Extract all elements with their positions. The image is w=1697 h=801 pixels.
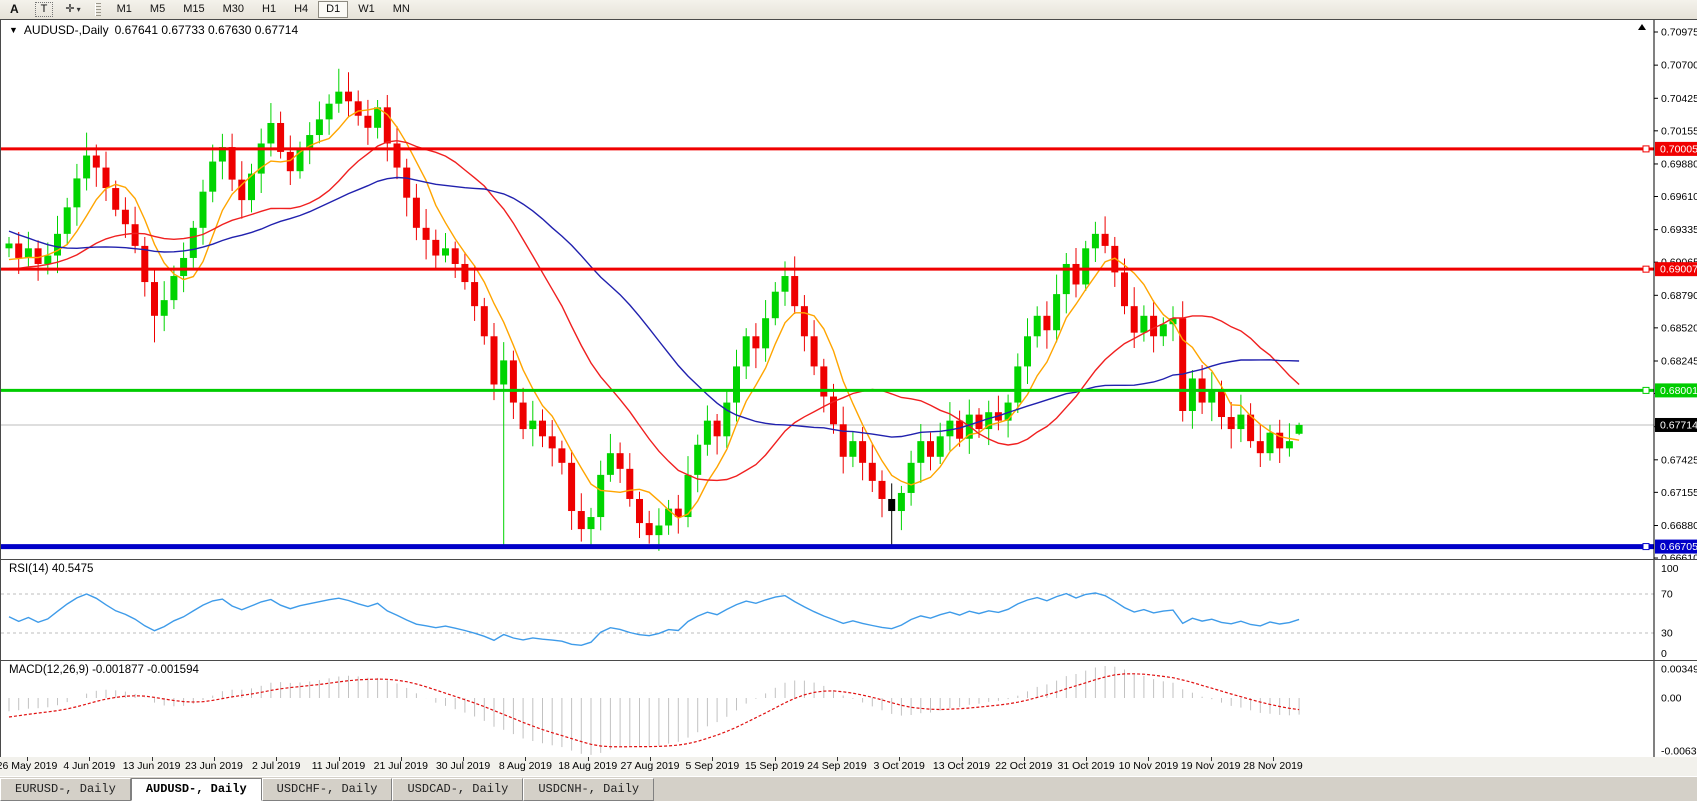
ma-line-6 [9, 108, 1299, 518]
rsi-scale-0: 0 [1661, 648, 1667, 660]
timeframe-button-m30[interactable]: M30 [215, 1, 252, 18]
rsi-scale-70: 70 [1661, 589, 1673, 601]
date-label: 2 Jul 2019 [252, 760, 300, 772]
rsi-scale-100: 100 [1661, 563, 1679, 575]
macd-scale-0.00349: 0.00349 [1661, 664, 1697, 676]
svg-text:0.69880: 0.69880 [1661, 158, 1697, 170]
candlesticks-layer [6, 69, 1303, 551]
timeframe-button-m1[interactable]: M1 [109, 1, 140, 18]
macd-chart-canvas: 0.00349 0.00 -0.00637 [1, 661, 1697, 757]
svg-text:0.66880: 0.66880 [1661, 520, 1697, 532]
svg-text:0.69335: 0.69335 [1661, 224, 1697, 236]
date-label: 15 Sep 2019 [745, 760, 805, 772]
date-label: 27 Aug 2019 [621, 760, 680, 772]
date-label: 31 Oct 2019 [1057, 760, 1114, 772]
svg-text:0.70700: 0.70700 [1661, 60, 1697, 72]
chart-tab-usdchf[interactable]: USDCHF-, Daily [262, 778, 393, 801]
dropdown-caret-icon: ▾ [77, 5, 82, 14]
current-price-badge: 0.67714 [1660, 419, 1697, 431]
date-label: 13 Oct 2019 [933, 760, 990, 772]
date-label: 23 Jun 2019 [185, 760, 243, 772]
chart-tab-eurusd[interactable]: EURUSD-, Daily [0, 778, 131, 801]
svg-text:0.70425: 0.70425 [1661, 93, 1697, 105]
svg-text:0.70155: 0.70155 [1661, 125, 1697, 137]
date-label: 28 Nov 2019 [1243, 760, 1303, 772]
price-badge-0.66705: 0.66705 [1660, 541, 1697, 553]
rsi-indicator-panel[interactable]: RSI(14) 40.5475 100 70 30 0 [0, 559, 1697, 661]
date-axis[interactable]: 26 May 2019 4 Jun 2019 13 Jun 2019 23 Jun 2… [0, 757, 1697, 777]
chart-tab-bar: EURUSD-, DailyAUDUSD-, DailyUSDCHF-, Dai… [0, 776, 1697, 801]
chart-tab-audusd[interactable]: AUDUSD-, Daily [131, 778, 262, 801]
timeframe-button-m15[interactable]: M15 [175, 1, 212, 18]
trading-terminal-window: A T ✛▾ M1M5M15M30H1H4D1W1MN ▼ AUDUSD-,Da… [0, 0, 1697, 800]
crosshair-tool-button[interactable]: ✛▾ [60, 2, 86, 17]
timeframe-button-h4[interactable]: H4 [286, 1, 316, 18]
date-label: 5 Sep 2019 [685, 760, 739, 772]
date-label: 26 May 2019 [0, 760, 57, 772]
svg-text:0.69610: 0.69610 [1661, 191, 1697, 203]
candlestick-chart-canvas[interactable]: 0.70975 0.70700 0.70425 0.70155 0.69880 0.696… [1, 20, 1697, 559]
timeframe-button-w1[interactable]: W1 [350, 1, 383, 18]
toolbar-grip-handle[interactable] [95, 3, 101, 16]
date-label: 8 Aug 2019 [499, 760, 552, 772]
macd-histogram-layer [9, 666, 1299, 755]
horizontal-lines-layer[interactable] [1, 146, 1654, 550]
hline-handle[interactable] [1643, 146, 1649, 152]
hline-handle[interactable] [1643, 266, 1649, 272]
date-label: 18 Aug 2019 [558, 760, 617, 772]
date-label: 21 Jul 2019 [374, 760, 428, 772]
hline-handle[interactable] [1643, 387, 1649, 393]
macd-scale--0.00637: -0.00637 [1661, 745, 1697, 757]
price-badge-0.70005: 0.70005 [1660, 143, 1697, 155]
date-label: 3 Oct 2019 [874, 760, 925, 772]
price-badge-0.69007: 0.69007 [1660, 264, 1697, 276]
main-chart-panel[interactable]: ▼ AUDUSD-,Daily 0.67641 0.67733 0.67630 … [0, 19, 1697, 560]
date-label: 22 Oct 2019 [995, 760, 1052, 772]
timeframe-button-d1[interactable]: D1 [318, 1, 348, 18]
chart-tab-usdcad[interactable]: USDCAD-, Daily [392, 778, 523, 801]
svg-text:0.68790: 0.68790 [1661, 290, 1697, 302]
rsi-label: RSI(14) 40.5475 [9, 563, 93, 575]
date-label: 4 Jun 2019 [63, 760, 115, 772]
scroll-to-end-arrow[interactable] [1638, 24, 1646, 30]
svg-text:0.67425: 0.67425 [1661, 454, 1697, 466]
svg-text:0.68520: 0.68520 [1661, 322, 1697, 334]
svg-text:0.70975: 0.70975 [1661, 27, 1697, 39]
chart-title: ▼ AUDUSD-,Daily 0.67641 0.67733 0.67630 … [9, 23, 298, 37]
annotate-tool-button[interactable]: A [1, 2, 28, 17]
rsi-scale-30: 30 [1661, 628, 1673, 640]
date-label: 10 Nov 2019 [1119, 760, 1179, 772]
macd-scale-0.00: 0.00 [1661, 693, 1682, 705]
hline-handle[interactable] [1643, 544, 1649, 550]
timeframe-button-mn[interactable]: MN [385, 1, 418, 18]
chart-tab-usdcnh[interactable]: USDCNH-, Daily [523, 778, 654, 801]
rsi-line [9, 593, 1299, 645]
timeframe-button-h1[interactable]: H1 [254, 1, 284, 18]
date-label: 30 Jul 2019 [436, 760, 490, 772]
timeframe-button-group: M1M5M15M30H1H4D1W1MN [108, 1, 419, 18]
date-label: 13 Jun 2019 [123, 760, 181, 772]
date-label: 11 Jul 2019 [312, 760, 366, 772]
chart-symbol-period: AUDUSD-,Daily [24, 23, 109, 37]
svg-text:0.68245: 0.68245 [1661, 355, 1697, 367]
chart-ohlc-values: 0.67641 0.67733 0.67630 0.67714 [115, 23, 299, 37]
macd-label: MACD(12,26,9) -0.001877 -0.001594 [9, 664, 199, 676]
timeframe-button-m5[interactable]: M5 [142, 1, 173, 18]
rsi-chart-canvas: 100 70 30 0 [1, 560, 1697, 660]
moving-averages-layer [9, 108, 1299, 518]
macd-indicator-panel[interactable]: MACD(12,26,9) -0.001877 -0.001594 0.0034… [0, 660, 1697, 758]
top-toolbar: A T ✛▾ M1M5M15M30H1H4D1W1MN [0, 0, 1697, 20]
symbol-dropdown-icon[interactable]: ▼ [9, 25, 18, 35]
text-tool-button[interactable]: T [35, 2, 54, 17]
svg-text:0.67155: 0.67155 [1661, 487, 1697, 499]
date-label: 19 Nov 2019 [1181, 760, 1241, 772]
price-badge-0.68001: 0.68001 [1660, 385, 1697, 397]
price-axis[interactable]: 0.70975 0.70700 0.70425 0.70155 0.69880 0.696… [1654, 20, 1697, 559]
date-label: 24 Sep 2019 [807, 760, 867, 772]
